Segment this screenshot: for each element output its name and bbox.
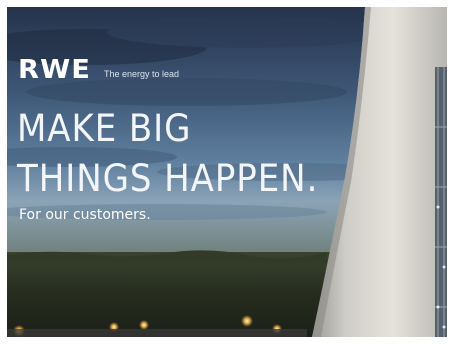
subline: For our customers. — [19, 207, 151, 223]
brand-tagline: The energy to lead — [104, 69, 180, 79]
headline-line-2: THINGS HAPPEN. — [17, 157, 319, 200]
advertisement-banner[interactable]: RWE The energy to lead MAKE BIG THINGS H… — [7, 7, 447, 337]
industrial-structure — [435, 67, 447, 337]
rwe-logo: RWE — [18, 55, 91, 85]
headline-line-1: MAKE BIG — [17, 107, 192, 150]
